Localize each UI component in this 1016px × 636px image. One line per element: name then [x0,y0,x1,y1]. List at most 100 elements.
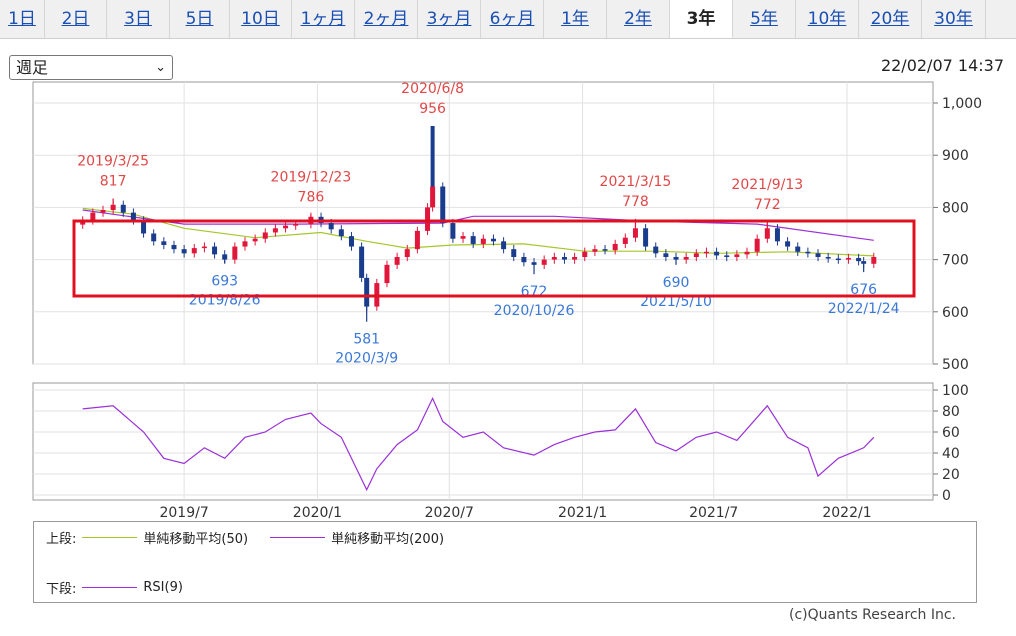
candle-body [683,256,689,260]
candle-body [861,261,867,264]
legend-upper-label: 上段: [46,532,77,547]
candle-body [703,251,709,254]
annotation-price: 772 [754,197,781,213]
candle-body [222,254,228,260]
price-axis-label: 500 [942,357,969,373]
candle-body [201,246,207,249]
price-axis-label: 1,000 [942,96,982,112]
candle-body [460,236,466,239]
annotation-price: 693 [211,273,238,289]
annotation-date: 2020/10/26 [494,303,575,319]
candle-body [450,223,456,239]
candle-body [835,258,841,261]
annotation-price: 956 [419,101,446,117]
stock-chart: 500 600 700 800 900 1,000 0 20 40 60 80 100 817 2019… [32,81,982,520]
rsi-swatch [82,587,138,588]
candle-body [541,259,547,265]
annotation-price: 690 [663,275,690,291]
rsi-axis-label: 20 [942,467,960,483]
candle-body [293,224,299,226]
annotation-date: 2019/12/23 [271,170,352,186]
candle-body [714,251,720,256]
x-axis-label: 2019/7 [159,505,208,520]
rsi-axis-label: 0 [942,488,951,504]
candle-body [283,225,289,229]
candle-body [262,232,268,239]
annotation-price: 581 [353,332,380,348]
legend-upper-row: 上段: 単純移動平均(50) 単純移動平均(200) [46,528,444,547]
price-axis-label: 800 [942,200,969,216]
candle-body [151,233,157,242]
candle-body [252,238,258,242]
rsi-panel [32,382,934,501]
candle-body [845,258,851,260]
candle-body [602,249,608,251]
candle-body [348,236,354,247]
candle-body [414,230,420,250]
ma50-swatch [82,537,138,538]
candle-body [622,237,628,244]
candle-body [272,228,278,233]
candle-body [785,241,791,247]
candle-body [161,241,167,245]
rsi-axis-label: 40 [942,446,960,462]
candle-body [328,223,334,230]
candle-body [521,256,527,263]
candle-body [612,243,618,251]
candle-body [592,249,598,252]
candle-body [744,251,750,255]
annotation-date: 2020/6/8 [401,81,464,97]
candle-body [425,207,431,231]
x-axis-label: 2020/1 [293,505,342,520]
candle-body [871,256,877,264]
legend-lower-row: 下段: RSI(9) [46,578,183,597]
candle-body [364,277,370,307]
candle-body [440,186,446,224]
candle-body [490,238,496,242]
candle-body [643,228,649,247]
annotation-price: 817 [100,174,127,190]
candle-body [653,246,659,254]
candle-body [359,246,365,278]
candle-body [774,228,780,242]
price-axis-label: 700 [942,253,969,269]
annotation-date: 2019/3/25 [77,154,149,170]
rsi-axis-label: 60 [942,425,960,441]
candle-body [511,249,517,257]
candle-body [663,253,669,257]
candle-body [754,238,760,252]
candle-body [384,264,390,284]
candle-body [394,256,400,265]
legend-box: 上段: 単純移動平均(50) 単純移動平均(200) 下段: RSI(9) [33,521,977,603]
candle-body [582,251,588,257]
candle-body [764,228,770,239]
candle-body [561,256,567,260]
annotation-date: 2021/3/15 [600,174,672,190]
candle-body [90,212,96,221]
candle-body [795,246,801,252]
legend-ma200-label: 単純移動平均(200) [331,532,445,547]
candle-body [825,256,831,259]
candle-body [212,246,218,255]
candle-body [856,258,862,262]
legend-lower-label: 下段: [46,582,77,597]
annotation-price: 786 [298,190,325,206]
candle-body [130,212,136,221]
copyright: (c)Quants Research Inc. [788,607,956,623]
x-axis-label: 2022/1 [822,505,871,520]
candle-body [191,248,197,254]
annotation-date: 2020/3/9 [335,351,398,367]
candle-body [724,255,730,257]
candle-body [734,254,740,257]
ma200-swatch [270,537,326,538]
candle-body [120,204,126,213]
x-axis-label: 2021/7 [689,505,738,520]
candle-body [673,256,679,260]
candle-body [531,262,537,265]
candle-body [501,241,507,250]
candle-body [572,256,578,260]
price-axis-label: 900 [942,148,969,164]
candle-body [110,204,116,211]
candle-body [480,238,486,244]
candle-body [693,253,699,257]
